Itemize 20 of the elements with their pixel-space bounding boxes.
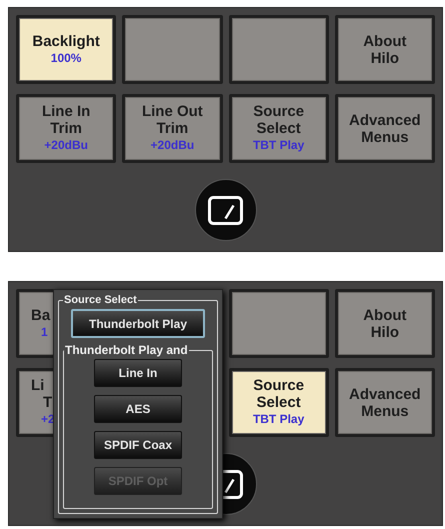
source-option-button[interactable]: SPDIF Coax: [94, 431, 182, 459]
popup-title: Source Select: [63, 294, 138, 306]
menu-button[interactable]: Source Select TBT Play: [228, 94, 329, 163]
menu-button[interactable]: [228, 289, 329, 358]
source-option-button[interactable]: Line In: [94, 359, 182, 387]
menu-button[interactable]: Advanced Menus: [334, 368, 435, 437]
menu-button[interactable]: Line In Trim +20dBu: [16, 94, 116, 163]
menu-button[interactable]: About Hilo: [334, 289, 435, 358]
menu-button[interactable]: Line Out Trim +20dBu: [122, 94, 222, 163]
source-button[interactable]: Thunderbolt Play: [71, 309, 205, 338]
menu-button[interactable]: Backlight 100%: [16, 15, 116, 84]
source-option-button[interactable]: AES: [94, 395, 182, 423]
screen-dial-icon: [208, 196, 243, 224]
menu-button[interactable]: [228, 15, 329, 84]
menu-button[interactable]: About Hilo: [334, 15, 435, 84]
menu-button[interactable]: [122, 15, 222, 84]
menu-button[interactable]: Advanced Menus: [334, 94, 435, 163]
group-title: Thunderbolt Play and: [64, 344, 189, 357]
screen-dial-icon: [223, 470, 243, 498]
menu-button[interactable]: Source Select TBT Play: [228, 368, 329, 437]
